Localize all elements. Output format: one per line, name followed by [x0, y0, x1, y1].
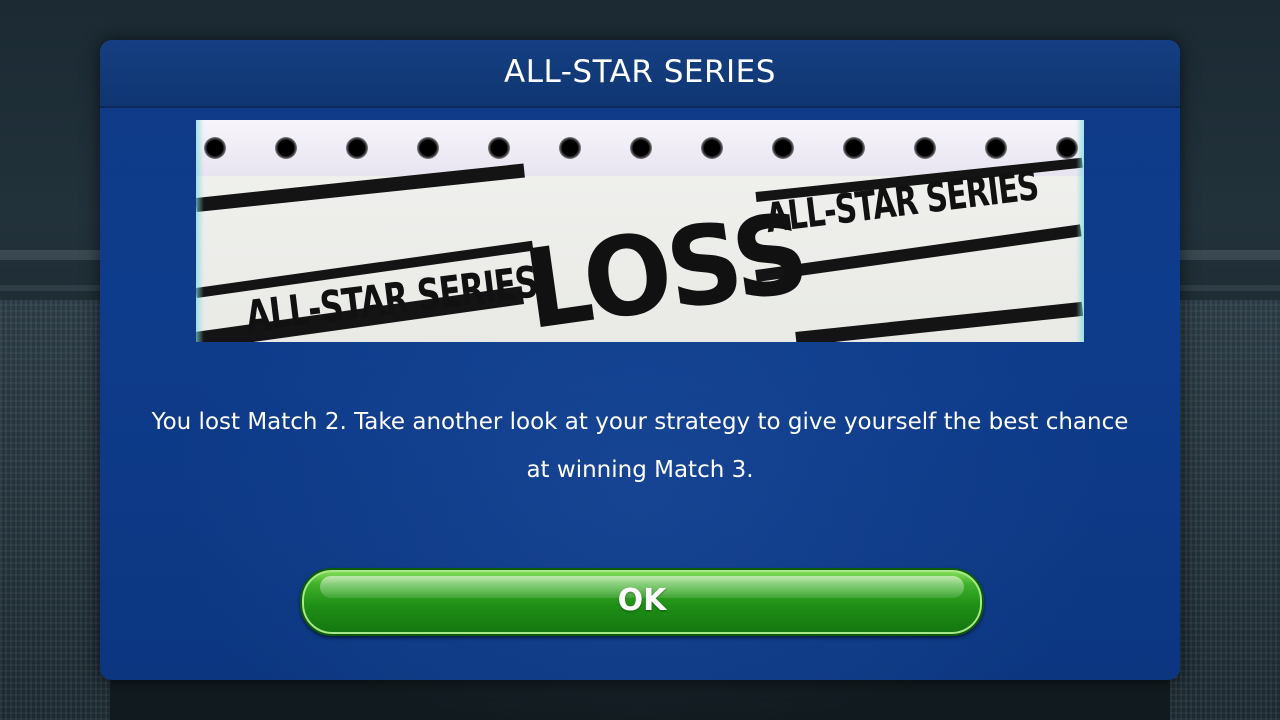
- film-hole: [630, 137, 652, 159]
- film-hole: [275, 137, 297, 159]
- film-hole: [843, 137, 865, 159]
- crowd-right: [1170, 300, 1280, 720]
- dialog-title: ALL-STAR SERIES: [504, 54, 776, 90]
- film-hole: [701, 137, 723, 159]
- film-hole: [346, 137, 368, 159]
- loss-banner: ALL-STAR SERIES LOSS ALL-STAR SERIES: [196, 120, 1084, 342]
- film-hole: [1056, 137, 1078, 159]
- film-hole: [204, 137, 226, 159]
- result-message: You lost Match 2. Take another look at y…: [151, 409, 1129, 483]
- banner-edge-glow: [196, 120, 204, 342]
- crowd-left: [0, 300, 110, 720]
- film-hole: [559, 137, 581, 159]
- dialog-header: ALL-STAR SERIES: [100, 40, 1180, 108]
- film-hole: [772, 137, 794, 159]
- film-strip: [196, 120, 1084, 176]
- film-hole: [488, 137, 510, 159]
- ok-button-label: OK: [617, 583, 667, 618]
- ok-button[interactable]: OK: [300, 568, 984, 636]
- grunge-stripe: [795, 301, 1084, 342]
- film-hole: [417, 137, 439, 159]
- banner-edge-glow: [1076, 120, 1084, 342]
- film-hole: [985, 137, 1007, 159]
- film-hole: [914, 137, 936, 159]
- result-dialog: ALL-STAR SERIES ALL-STAR SERIES LOSS ALL…: [100, 40, 1180, 680]
